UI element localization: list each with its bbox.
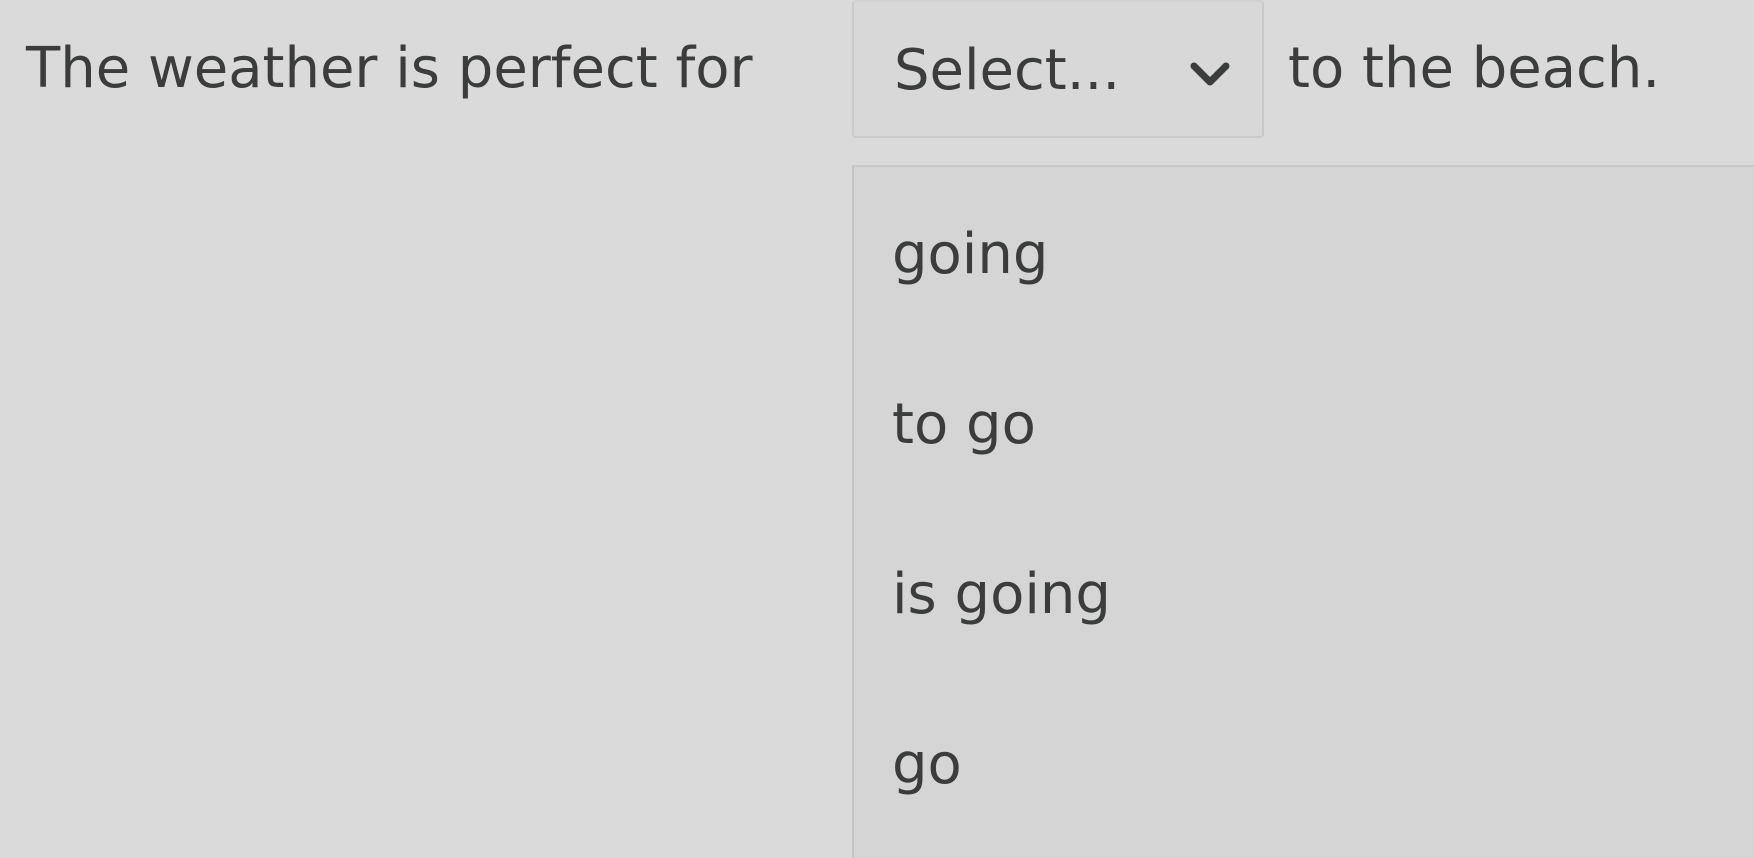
dropdown-option-go[interactable]: go [892, 705, 1712, 825]
sentence-text-before: The weather is perfect for [26, 36, 753, 101]
dropdown-option-label: is going [892, 562, 1111, 627]
sentence-text-after: to the beach. [1288, 36, 1661, 101]
sentence-row: The weather is perfect for Select... to … [0, 0, 1754, 150]
select-placeholder: Select... [894, 38, 1121, 103]
dropdown-option-label: going [892, 222, 1049, 287]
dropdown-option-label: to go [892, 392, 1036, 457]
dropdown-option-label: go [892, 732, 962, 797]
dropdown-option-going[interactable]: going [892, 195, 1712, 315]
chevron-down-icon [1190, 62, 1230, 86]
dropdown-option-to-go[interactable]: to go [892, 365, 1712, 485]
answer-select[interactable]: Select... [852, 0, 1264, 138]
dropdown-option-is-going[interactable]: is going [892, 535, 1712, 655]
